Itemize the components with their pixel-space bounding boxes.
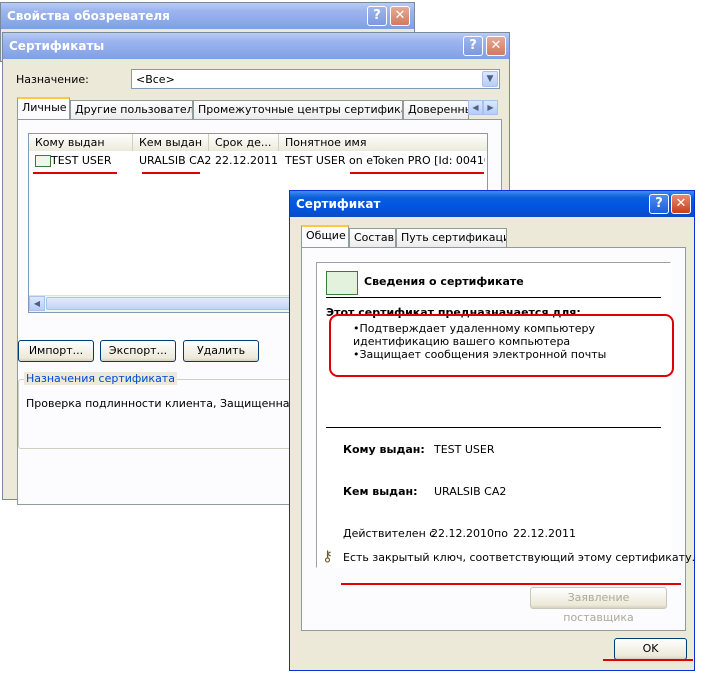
tab-personal[interactable]: Личные — [17, 97, 70, 119]
purpose-select[interactable]: <Все> ▼ — [131, 69, 500, 89]
tab-page-general: Сведения о сертификате Этот сертификат п… — [301, 247, 695, 631]
internet-options-titlebar[interactable]: Свойства обозревателя ? ✕ — [1, 3, 414, 29]
valid-to-label: по — [494, 527, 508, 540]
certificate-dialog: Сертификат ? ✕ Общие Состав Путь сертифи… — [289, 190, 695, 671]
scroll-left-icon[interactable]: ◀ — [29, 296, 45, 311]
column-header-issued-by[interactable]: Кем выдан — [133, 134, 209, 151]
valid-from-value: 22.12.2010 — [431, 527, 494, 540]
certificate-dialog-title: Сертификат — [296, 197, 381, 211]
annotation-outline — [329, 314, 674, 377]
issued-to-value: TEST USER — [434, 443, 495, 456]
cell-expiration: 22.12.2011 — [215, 154, 278, 167]
certificate-icon — [35, 155, 51, 167]
annotation-underline — [142, 172, 200, 174]
export-button[interactable]: Экспорт... — [100, 340, 176, 362]
divider — [326, 427, 661, 428]
tab-scroll-right-icon[interactable]: ▶ — [483, 100, 498, 115]
purpose-label: Назначение: — [16, 73, 89, 86]
certificates-title: Сертификаты — [9, 39, 105, 53]
dropdown-arrow-icon[interactable]: ▼ — [482, 71, 498, 87]
help-icon[interactable]: ? — [367, 6, 387, 26]
help-icon[interactable]: ? — [649, 194, 669, 214]
valid-to-value: 22.12.2011 — [513, 527, 576, 540]
annotation-underline — [33, 172, 117, 174]
internet-options-title: Свойства обозревателя — [7, 9, 170, 23]
purpose-select-value: <Все> — [136, 73, 175, 86]
close-icon[interactable]: ✕ — [486, 36, 506, 56]
certificate-info-panel: Сведения о сертификате Этот сертификат п… — [316, 262, 695, 568]
issued-by-value: URALSIB CA2 — [434, 485, 507, 498]
column-header-expiration[interactable]: Срок де... — [209, 134, 279, 151]
tab-intermediate-cas[interactable]: Промежуточные центры сертификации — [193, 100, 403, 119]
annotation-underline — [603, 659, 693, 661]
tab-general[interactable]: Общие — [301, 225, 349, 247]
tab-other-people[interactable]: Другие пользователи — [70, 100, 193, 119]
annotation-underline — [341, 583, 681, 585]
tab-certification-path[interactable]: Путь сертификации — [396, 228, 507, 247]
certificate-info-heading: Сведения о сертификате — [364, 275, 524, 288]
close-icon[interactable]: ✕ — [671, 194, 691, 214]
column-header-friendly-name[interactable]: Понятное имя — [279, 134, 487, 151]
ok-button[interactable]: OK — [614, 638, 687, 660]
cell-friendly-name: TEST USER on eToken PRO [Id: 004103... — [285, 154, 485, 167]
certificate-icon — [326, 271, 358, 295]
key-icon: ⚷ — [322, 547, 333, 565]
cell-issued-to: TEST USER — [51, 154, 112, 167]
issuer-statement-button[interactable]: Заявление поставщика — [530, 587, 667, 624]
column-header-issued-to[interactable]: Кому выдан — [29, 134, 133, 151]
valid-from-label: Действителен с — [343, 527, 436, 540]
tab-details[interactable]: Состав — [349, 228, 396, 247]
remove-button[interactable]: Удалить — [183, 340, 259, 362]
purposes-text: Проверка подлинности клиента, Защищенная… — [26, 397, 333, 410]
close-icon[interactable]: ✕ — [390, 6, 410, 26]
certificate-dialog-client: Общие Состав Путь сертификации Сведения … — [293, 217, 695, 667]
help-icon[interactable]: ? — [463, 36, 483, 56]
annotation-underline — [350, 172, 484, 174]
purposes-group-label: Назначения сертификата — [24, 372, 177, 385]
issued-to-label: Кому выдан: — [343, 443, 425, 456]
cell-issued-by: URALSIB CA2 — [139, 154, 212, 167]
certificate-dialog-titlebar[interactable]: Сертификат ? ✕ — [290, 191, 694, 217]
private-key-text: Есть закрытый ключ, соответствующий этом… — [343, 551, 696, 564]
divider — [326, 297, 661, 298]
tab-trusted[interactable]: Доверенны — [403, 100, 469, 119]
certificates-titlebar[interactable]: Сертификаты ? ✕ — [3, 33, 509, 59]
issued-by-label: Кем выдан: — [343, 485, 418, 498]
tab-scroll-left-icon[interactable]: ◀ — [468, 100, 483, 115]
import-button[interactable]: Импорт... — [18, 340, 94, 362]
